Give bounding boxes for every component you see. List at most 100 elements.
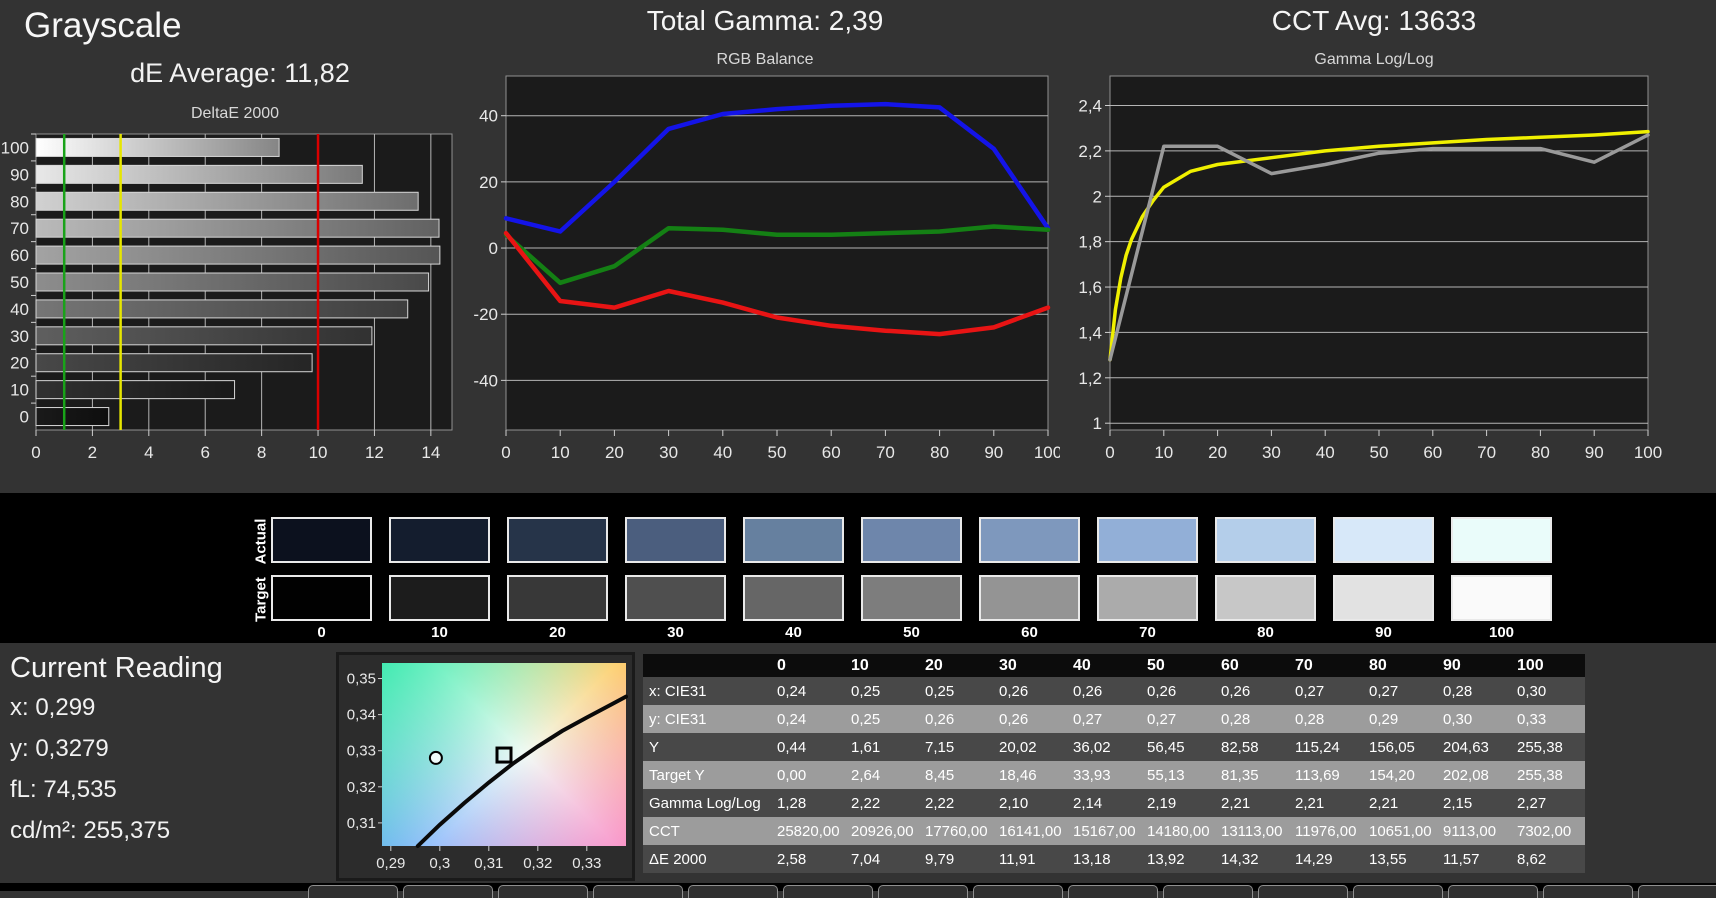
- bottom-tab[interactable]: [1163, 885, 1253, 898]
- swatch-step-label: 100: [1451, 624, 1552, 641]
- cct-avg-stat: CCT Avg: 13633: [1074, 5, 1674, 37]
- swatch-column-50: 50: [861, 517, 962, 641]
- svg-text:10: 10: [10, 381, 29, 400]
- measurement-table-head: 0102030405060708090100: [643, 654, 1585, 677]
- svg-text:0,34: 0,34: [347, 707, 376, 724]
- table-cell: 14,32: [1215, 845, 1289, 873]
- gamma-chart-title: Gamma Log/Log: [1074, 51, 1674, 69]
- svg-text:2,2: 2,2: [1078, 142, 1102, 161]
- svg-text:0: 0: [20, 408, 29, 427]
- table-cell: 2,15: [1437, 789, 1511, 817]
- table-row-label: Y: [643, 733, 771, 761]
- svg-text:1,4: 1,4: [1078, 323, 1102, 342]
- svg-text:8: 8: [257, 443, 266, 462]
- table-row: Y0,441,617,1520,0236,0256,4582,58115,241…: [643, 733, 1585, 761]
- table-cell: 2,10: [993, 789, 1067, 817]
- table-cell: 11,57: [1437, 845, 1511, 873]
- target-row-label: Target: [253, 565, 270, 635]
- target-swatch-90: [1333, 575, 1434, 621]
- bottom-tab[interactable]: [1258, 885, 1348, 898]
- table-cell: 1,61: [845, 733, 919, 761]
- table-row-label: Gamma Log/Log: [643, 789, 771, 817]
- measurement-table: 0102030405060708090100 x: CIE310,240,250…: [643, 654, 1585, 873]
- bottom-tab[interactable]: [783, 885, 873, 898]
- svg-text:10: 10: [309, 443, 328, 462]
- actual-swatch-50: [861, 517, 962, 563]
- bottom-tab[interactable]: [1353, 885, 1443, 898]
- target-swatch-80: [1215, 575, 1316, 621]
- bottom-tab[interactable]: [1448, 885, 1538, 898]
- measurement-table-body: x: CIE310,240,250,250,260,260,260,260,27…: [643, 677, 1585, 873]
- swatch-column-30: 30: [625, 517, 726, 641]
- bottom-tab[interactable]: [593, 885, 683, 898]
- bottom-tab[interactable]: [878, 885, 968, 898]
- table-cell: 255,38: [1511, 761, 1585, 789]
- svg-text:20: 20: [1208, 443, 1227, 462]
- bottom-tab[interactable]: [1638, 885, 1716, 898]
- table-row: Target Y0,002,648,4518,4633,9355,1381,35…: [643, 761, 1585, 789]
- bottom-tab[interactable]: [1068, 885, 1158, 898]
- swatch-step-label: 80: [1215, 624, 1316, 641]
- svg-text:100: 100: [1034, 443, 1060, 462]
- table-corner-cell: [643, 654, 771, 677]
- reading-fl: fL: 74,535: [10, 776, 117, 804]
- table-cell: 2,22: [845, 789, 919, 817]
- table-cell: 2,21: [1215, 789, 1289, 817]
- deltae-bar-20: [36, 354, 312, 372]
- bottom-tab[interactable]: [308, 885, 398, 898]
- target-swatch-70: [1097, 575, 1198, 621]
- target-swatch-0: [271, 575, 372, 621]
- swatch-step-label: 90: [1333, 624, 1434, 641]
- table-cell: 0,30: [1511, 677, 1585, 705]
- svg-text:60: 60: [1423, 443, 1442, 462]
- svg-text:0,32: 0,32: [523, 855, 552, 872]
- table-cell: 55,13: [1141, 761, 1215, 789]
- target-swatch-30: [625, 575, 726, 621]
- svg-text:0,35: 0,35: [347, 671, 376, 688]
- table-cell: 13,92: [1141, 845, 1215, 873]
- svg-text:0,29: 0,29: [376, 855, 405, 872]
- svg-text:-40: -40: [473, 371, 498, 390]
- table-row: y: CIE310,240,250,260,260,270,270,280,28…: [643, 705, 1585, 733]
- deltae-chart-title: DeltaE 2000: [0, 105, 470, 123]
- gamma-loglog-plot-area: [1110, 76, 1648, 430]
- table-cell: 0,25: [919, 677, 993, 705]
- target-swatch-100: [1451, 575, 1552, 621]
- deltae-bar-70: [36, 219, 439, 237]
- table-cell: 13113,00: [1215, 817, 1289, 845]
- table-cell: 0,28: [1215, 705, 1289, 733]
- table-cell: 0,25: [845, 705, 919, 733]
- table-cell: 33,93: [1067, 761, 1141, 789]
- table-cell: 0,27: [1289, 677, 1363, 705]
- table-cell: 2,22: [919, 789, 993, 817]
- svg-text:2: 2: [88, 443, 97, 462]
- table-cell: 0,28: [1437, 677, 1511, 705]
- table-cell: 0,29: [1363, 705, 1437, 733]
- svg-text:80: 80: [930, 443, 949, 462]
- svg-text:1,2: 1,2: [1078, 369, 1102, 388]
- bottom-tab[interactable]: [688, 885, 778, 898]
- svg-text:40: 40: [713, 443, 732, 462]
- deltae-bar-100: [36, 138, 279, 156]
- table-cell: 0,24: [771, 677, 845, 705]
- table-cell: 0,30: [1437, 705, 1511, 733]
- bottom-tab[interactable]: [498, 885, 588, 898]
- actual-swatch-60: [979, 517, 1080, 563]
- svg-text:20: 20: [605, 443, 624, 462]
- svg-text:1,6: 1,6: [1078, 278, 1102, 297]
- svg-text:20: 20: [479, 173, 498, 192]
- swatch-column-80: 80: [1215, 517, 1316, 641]
- svg-text:20: 20: [10, 354, 29, 373]
- actual-swatch-20: [507, 517, 608, 563]
- rgb-balance-chart-title: RGB Balance: [470, 51, 1060, 69]
- table-cell: 0,44: [771, 733, 845, 761]
- swatch-column-0: 0: [271, 517, 372, 641]
- bottom-tab[interactable]: [1543, 885, 1633, 898]
- bottom-tab[interactable]: [973, 885, 1063, 898]
- table-cell: 0,26: [1067, 677, 1141, 705]
- deltae-bar-80: [36, 192, 418, 210]
- table-col-header-80: 80: [1363, 654, 1437, 677]
- bottom-tab[interactable]: [403, 885, 493, 898]
- table-cell: 156,05: [1363, 733, 1437, 761]
- table-cell: 8,62: [1511, 845, 1585, 873]
